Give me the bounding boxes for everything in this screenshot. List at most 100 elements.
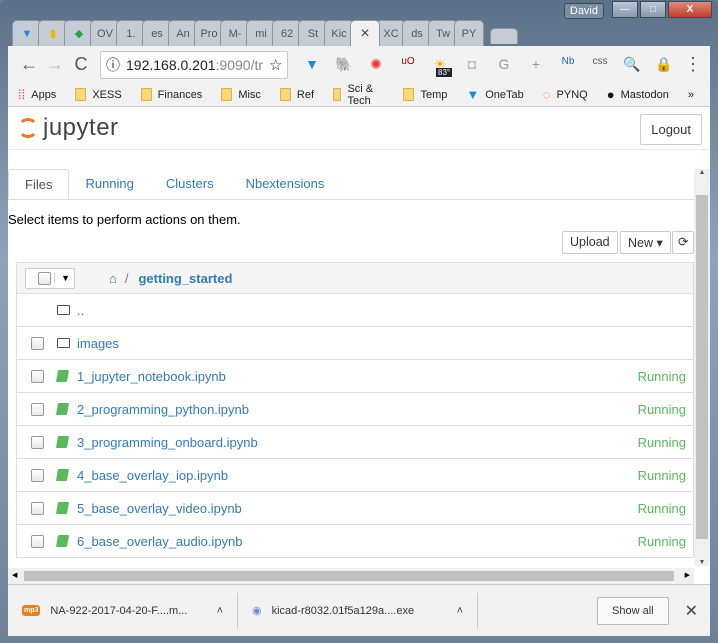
ublock-icon[interactable]: uO [392,56,424,73]
bookmark-apps[interactable]: ⁞⁞ Apps [18,87,56,102]
download-name: kicad-r8032.01f5a129a....exe [271,604,415,617]
vertical-scrollbar[interactable]: ▲ ▼ [694,169,710,566]
onetab-icon[interactable]: ▼ [296,56,328,73]
bookmark-star-icon[interactable]: ☆ [269,56,282,74]
row-checkbox[interactable] [31,402,44,416]
notebook-icon [55,535,70,547]
item-name-link[interactable]: 4_base_overlay_iop.ipynb [77,468,228,483]
refresh-button[interactable]: ⟳ [672,231,695,254]
row-checkbox[interactable] [31,435,44,449]
list-item[interactable]: 1_jupyter_notebook.ipynb Running [16,360,694,393]
new-dropdown[interactable]: New ▾ [620,231,671,254]
row-checkbox[interactable] [31,336,44,350]
menu-icon[interactable]: ⋮ [680,54,706,75]
notebook-icon [55,502,70,514]
list-item[interactable]: images [16,327,694,360]
tab-files[interactable]: Files [8,169,70,199]
upload-button[interactable]: Upload [562,231,618,254]
bookmark-pynq[interactable]: ◌ PYNQ [543,87,588,102]
new-tab-button[interactable] [490,28,518,44]
notebook-icon [55,403,70,415]
bookmark-xess[interactable]: XESS [75,88,122,101]
search-icon[interactable]: 🔍 [616,56,648,73]
list-item[interactable]: 4_base_overlay_iop.ipynb Running [16,459,694,492]
maximize-button[interactable]: □ [640,1,666,18]
list-item[interactable]: 2_programming_python.ipynb Running [16,393,694,426]
row-checkbox[interactable] [31,369,44,383]
notebook-icon [55,436,70,448]
bookmark-sci-tech[interactable]: Sci & Tech [333,83,384,107]
mp3-icon: mp3 [22,605,41,616]
vertical-scroll-thumb[interactable] [696,195,708,539]
browser-tab[interactable]: PY [454,20,484,46]
list-item[interactable]: .. [16,294,694,327]
vpn-icon[interactable]: 🔒 [648,56,680,73]
item-name-link[interactable]: 5_base_overlay_video.ipynb [77,501,242,516]
nb-icon[interactable]: Nb [552,56,584,73]
css-icon[interactable]: css [584,56,616,73]
item-name-link[interactable]: 6_base_overlay_audio.ipynb [77,534,243,549]
plus-icon[interactable]: + [520,56,552,73]
show-all-button[interactable]: Show all [597,596,669,625]
home-icon[interactable]: ⌂ [109,271,117,286]
list-item[interactable]: 5_base_overlay_video.ipynb Running [16,492,694,525]
row-checkbox[interactable] [31,534,44,548]
close-window-button[interactable]: X [668,1,712,18]
tab-clusters[interactable]: Clusters [150,169,230,199]
folder-icon [333,88,342,101]
weather-badge: 83° [436,68,453,77]
camera-icon[interactable]: ◘ [456,56,488,73]
back-button[interactable]: ← [16,54,42,75]
weather-icon[interactable]: ☀ 83° [424,56,456,77]
bookmark-label: PYNQ [556,88,588,101]
running-status: Running [637,500,686,516]
address-bar[interactable]: ⓘ 192.168.0.201:9090/tr ☆ [100,50,288,79]
colorpicker-icon[interactable]: ✺ [360,56,392,73]
evernote-icon[interactable]: 🐘 [328,56,360,73]
horizontal-scroll-thumb[interactable] [24,571,674,581]
close-icon[interactable]: ✕ [685,601,698,621]
chevron-up-icon[interactable]: ˄ [217,605,223,617]
bookmark-temp[interactable]: Temp [403,88,447,101]
breadcrumb-folder[interactable]: getting_started [138,271,232,286]
item-name-link[interactable]: images [77,336,119,351]
row-checkbox[interactable] [31,501,44,515]
list-item[interactable]: 6_base_overlay_audio.ipynb Running [16,525,694,558]
row-checkbox[interactable] [31,468,44,482]
bookmark-label: XESS [92,88,122,101]
item-name-link[interactable]: .. [77,303,84,318]
bookmark-onetab[interactable]: ▼ OneTab [466,87,523,102]
forward-button[interactable]: → [42,54,68,75]
list-item[interactable]: 3_programming_onboard.ipynb Running [16,426,694,459]
bookmark-finances[interactable]: Finances [140,88,202,101]
bookmark-mastodon[interactable]: ● Mastodon [607,87,669,102]
tab-active-jupyter[interactable]: × [350,20,380,46]
bookmarks-overflow-icon[interactable]: » [688,89,694,101]
reload-button[interactable]: C [68,54,94,75]
tab-nbextensions[interactable]: Nbextensions [230,169,341,199]
chevron-up-icon[interactable]: ˄ [457,605,463,617]
bookmark-label: Apps [31,88,57,101]
item-name-link[interactable]: 3_programming_onboard.ipynb [77,435,258,450]
info-icon[interactable]: ⓘ [106,55,120,75]
jupyter-logo[interactable]: jupyter [18,114,119,142]
folder-icon [140,88,152,101]
folder-icon [75,88,87,101]
download-item[interactable]: ◉ kicad-r8032.01f5a129a....exe ˄ [238,592,478,629]
logout-button[interactable]: Logout [640,114,702,145]
select-all-dropdown[interactable]: ▼ [25,267,75,289]
select-all-checkbox[interactable] [38,271,51,285]
bookmark-label: OneTab [485,88,524,101]
item-name-link[interactable]: 1_jupyter_notebook.ipynb [77,369,226,384]
grammarly-icon[interactable]: G [488,56,520,73]
url-rest: :9090/tr [215,56,264,73]
download-item[interactable]: mp3 NA-922-2017-04-20-F....m... ˄ [8,592,238,629]
chevron-down-icon[interactable]: ▼ [54,273,70,283]
item-name-link[interactable]: 2_programming_python.ipynb [77,402,249,417]
bookmark-ref[interactable]: Ref [279,88,314,101]
bookmark-misc[interactable]: Misc [221,88,261,101]
tab-running[interactable]: Running [69,169,149,199]
minimize-button[interactable]: — [612,1,638,18]
horizontal-scrollbar[interactable]: ◀ ▶ [8,568,694,584]
profile-button[interactable]: David [563,3,604,19]
